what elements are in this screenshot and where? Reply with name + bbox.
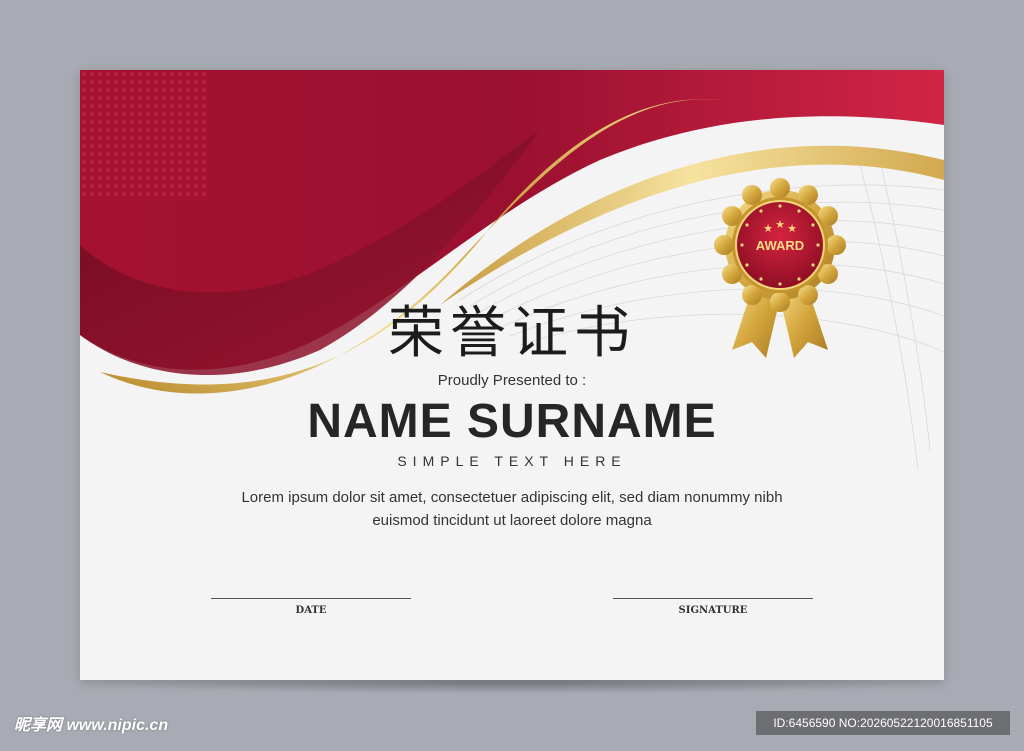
body-line: Lorem ipsum dolor sit amet, consectetuer… <box>241 489 783 506</box>
body-text: Lorem ipsum dolor sit amet, consectetuer… <box>192 486 832 532</box>
date-line <box>211 598 411 599</box>
watermark-id: ID:6456590 NO:20260522120016851105 <box>756 711 1010 735</box>
svg-text:★: ★ <box>787 222 797 235</box>
halftone-dots <box>80 70 210 200</box>
svg-text:★: ★ <box>763 222 773 235</box>
certificate-title: 荣誉证书 <box>388 301 636 366</box>
recipient-name: NAME SURNAME <box>307 395 717 448</box>
svg-text:★: ★ <box>775 218 785 231</box>
signature-line <box>613 598 813 599</box>
date-label: DATE <box>295 605 327 616</box>
subtitle-text: SIMPLE TEXT HERE <box>397 453 627 469</box>
body-line: euismod tincidunt ut laoreet dolore magn… <box>372 512 652 529</box>
presented-to-label: Proudly Presented to : <box>437 372 587 389</box>
badge-label: AWARD <box>756 238 804 253</box>
signature-label: SIGNATURE <box>678 605 748 616</box>
watermark-logo: 昵享网 www.nipic.cn <box>14 717 169 734</box>
certificate: ★ ★ ★ AWARD 荣誉证书 Proudly Presented to : NA… <box>80 70 944 680</box>
